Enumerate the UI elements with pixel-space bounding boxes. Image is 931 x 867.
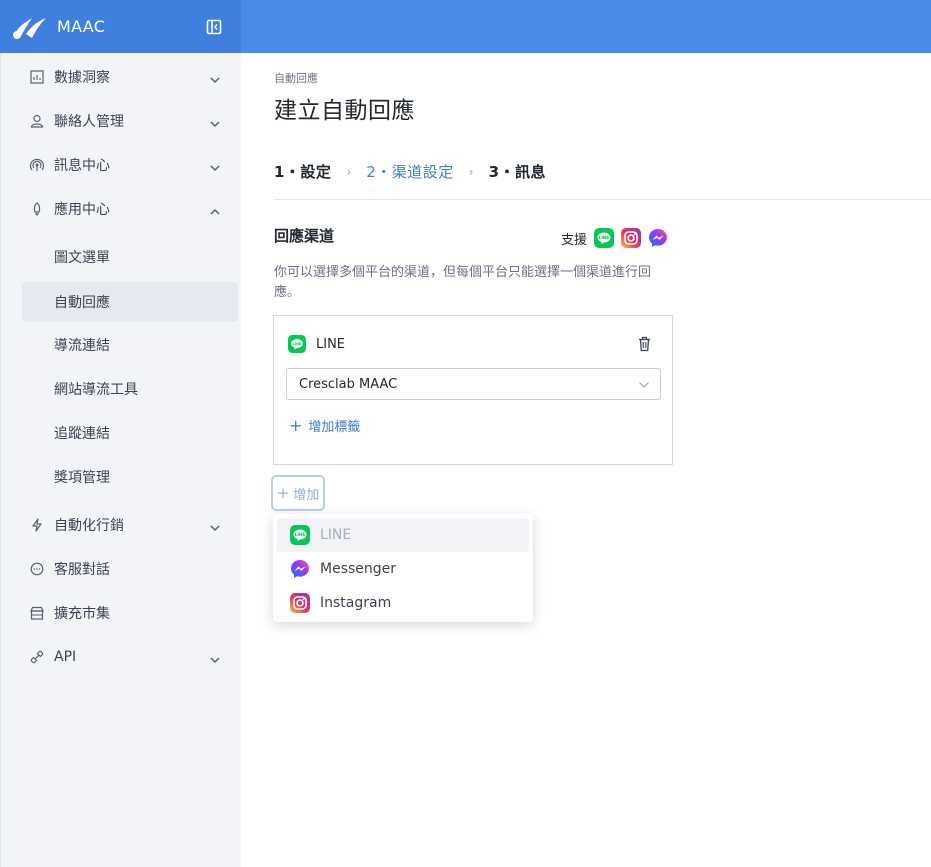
brand-header: MAAC [0,0,241,53]
breadcrumb[interactable]: 自動回應 [274,70,318,86]
sidebar-item-label: 應用中心 [54,202,110,218]
messenger-icon [648,228,668,248]
sidebar-subitem-redirect-link[interactable]: 導流連結 [22,325,238,365]
channel-select-value: Cresclab MAAC [299,376,398,392]
svg-text:LINE: LINE [295,532,306,537]
chevron-down-icon [209,519,221,532]
rocket-icon [29,201,45,217]
divider [274,199,931,200]
person-icon [29,113,45,129]
channel-select[interactable]: Cresclab MAAC [286,368,661,400]
line-icon: LINE [290,525,310,545]
app-name: MAAC [57,17,106,36]
chevron-down-icon [209,159,221,172]
sidebar-item-label: 訊息中心 [54,158,110,174]
step-separator: › [346,164,352,179]
sidebar-subitem-label: 追蹤連結 [54,426,110,442]
dropdown-item-line: LINE LINE [277,518,529,552]
add-tag-button[interactable]: + 增加標籤 [289,416,361,436]
svg-text:LINE: LINE [599,235,610,240]
page-title: 建立自動回應 [274,98,415,124]
add-channel-label: 增加 [293,487,320,503]
trash-icon[interactable] [637,336,652,352]
sidebar-item-label: 聯絡人管理 [54,114,124,130]
step-indicator: 1・設定 › 2・渠道設定 › 3・訊息 [274,161,546,182]
line-icon: LINE [594,228,615,248]
channel-platform-label: LINE [316,336,346,352]
sidebar-item-app-center[interactable]: 應用中心 [22,189,238,229]
channel-platform-dropdown: LINE LINE Messenger Instagram [273,514,533,622]
sidebar: 數據洞察 聯絡人管理 訊息中心 應用中心 圖文選單 自動回應 導流連結 網站導流… [0,53,241,867]
step-settings[interactable]: 1・設定 [274,161,331,182]
sidebar-subitem-label: 獎項管理 [54,470,110,486]
dropdown-item-instagram[interactable]: Instagram [277,586,529,620]
add-tag-label: 增加標籤 [308,420,361,435]
step-message[interactable]: 3・訊息 [489,161,546,182]
broadcast-icon [29,157,45,173]
sidebar-item-customer-service[interactable]: 客服對話 [22,549,238,589]
sidebar-item-label: 客服對話 [54,562,110,578]
sidebar-subitem-label: 導流連結 [54,338,110,354]
sidebar-subitem-auto-reply[interactable]: 自動回應 [22,282,238,322]
main-content: 自動回應 建立自動回應 1・設定 › 2・渠道設定 › 3・訊息 回應渠道 支援… [241,53,931,867]
sidebar-item-label: API [54,649,77,665]
sidebar-item-automation[interactable]: 自動化行銷 [22,505,238,545]
maac-logo-icon [12,14,48,40]
sidebar-subitem-label: 圖文選單 [54,250,110,266]
channel-card: LINE LINE Cresclab MAAC + 增加標籤 [273,315,673,465]
supported-platforms: 支援 LINE [561,228,668,248]
sidebar-item-contacts[interactable]: 聯絡人管理 [22,101,238,141]
instagram-icon [621,228,642,248]
dropdown-item-messenger[interactable]: Messenger [277,552,529,586]
sidebar-subitem-label: 網站導流工具 [54,382,138,398]
dropdown-item-label: Messenger [320,561,397,577]
plus-icon: + [289,416,303,435]
store-icon [29,605,45,621]
dropdown-item-label: Instagram [320,595,392,611]
sidebar-subitem-rich-menu[interactable]: 圖文選單 [22,237,238,277]
sidebar-subitem-label: 自動回應 [54,295,110,311]
sidebar-subitem-tracking-link[interactable]: 追蹤連結 [22,413,238,453]
plus-icon: + [276,484,290,502]
dropdown-item-label: LINE [320,527,352,543]
chat-icon [29,561,45,577]
messenger-icon [290,559,310,579]
lightning-icon [29,517,45,533]
channel-card-header: LINE LINE [288,335,345,353]
sidebar-item-label: 數據洞察 [54,70,110,86]
sidebar-collapse-icon[interactable] [206,19,222,35]
sidebar-subitem-prize-management[interactable]: 獎項管理 [22,457,238,497]
chevron-down-icon [638,379,650,391]
sidebar-item-label: 自動化行銷 [54,518,124,534]
sidebar-item-message-center[interactable]: 訊息中心 [22,145,238,185]
chevron-up-icon [209,203,221,215]
chevron-down-icon [209,651,221,664]
chevron-down-icon [209,71,221,84]
section-title: 回應渠道 [274,227,335,245]
api-icon [29,649,45,665]
instagram-icon [290,593,310,613]
sidebar-item-api[interactable]: API [22,637,238,677]
sidebar-item-marketplace[interactable]: 擴充市集 [22,593,238,633]
sidebar-item-data-insights[interactable]: 數據洞察 [22,57,238,97]
step-separator: › [468,164,474,179]
svg-text:LINE: LINE [292,342,302,346]
line-icon: LINE [288,335,306,353]
support-label: 支援 [561,232,588,248]
sidebar-subitem-website-tool[interactable]: 網站導流工具 [22,369,238,409]
chevron-down-icon [209,115,221,128]
chart-icon [29,69,45,85]
add-channel-button[interactable]: + 增加 [271,475,325,511]
step-channel-settings[interactable]: 2・渠道設定 [366,161,454,182]
sidebar-item-label: 擴充市集 [54,606,110,622]
section-description: 你可以選擇多個平台的渠道，但每個平台只能選擇一個渠道進行回應。 [274,265,652,300]
